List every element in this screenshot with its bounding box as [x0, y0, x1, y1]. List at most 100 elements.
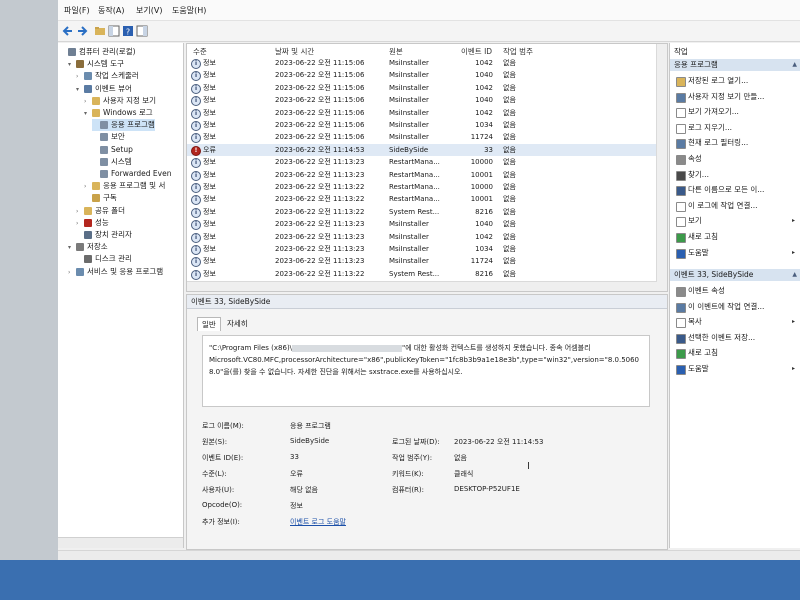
event-row[interactable]: i 정보 2023-06-22 오전 11:13:22 RestartMana... 1… — [187, 181, 657, 193]
tree-item[interactable]: 컴퓨터 관리(로컬) — [60, 46, 136, 58]
actions-section-log[interactable]: 응용 프로그램 ▲ — [670, 59, 800, 71]
action-item-label: 이 이벤트에 작업 연결... — [688, 301, 765, 311]
menu-file[interactable]: 파일(F) — [64, 5, 90, 16]
action-item[interactable]: 이벤트 속성 — [670, 283, 800, 299]
collapsed-arrow-icon[interactable]: › — [76, 206, 84, 218]
collapsed-arrow-icon[interactable]: › — [76, 71, 84, 83]
tree-item[interactable]: › 성능 — [76, 217, 109, 229]
event-row[interactable]: i 정보 2023-06-22 오전 11:15:06 MsiInstaller 104… — [187, 94, 657, 107]
info-icon: i — [191, 108, 201, 119]
tab-general[interactable]: 일반 — [197, 317, 221, 331]
tree-item[interactable]: 보안 — [92, 131, 125, 143]
action-item[interactable]: 새로 고침 — [670, 229, 800, 245]
expanded-arrow-icon[interactable]: ▾ — [68, 59, 76, 71]
show-actions-icon[interactable] — [136, 25, 148, 37]
column-header-datetime[interactable]: 날짜 및 시간 — [275, 46, 314, 57]
event-row[interactable]: i 정보 2023-06-22 오전 11:13:22 System Rest... 8… — [187, 268, 657, 280]
action-item[interactable]: 이 이벤트에 작업 연결... — [670, 299, 800, 315]
menu-view[interactable]: 보기(V) — [136, 5, 162, 16]
expanded-arrow-icon[interactable]: ▾ — [84, 108, 92, 120]
tree-item[interactable]: ▾ 시스템 도구 — [68, 58, 124, 70]
event-row[interactable]: i 정보 2023-06-22 오전 11:13:23 MsiInstaller 103… — [187, 243, 657, 255]
tree-item[interactable]: › 서비스 및 응용 프로그램 — [68, 266, 163, 278]
action-item[interactable]: 복사 ▸ — [670, 314, 800, 330]
action-item[interactable]: 현재 로그 필터링... — [670, 135, 800, 151]
tree-item[interactable]: ▾ 이벤트 뷰어 — [76, 83, 132, 95]
event-row[interactable]: i 정보 2023-06-22 오전 11:13:23 RestartMana... 1… — [187, 156, 657, 169]
event-row[interactable]: i 정보 2023-06-22 오전 11:13:23 MsiInstaller 117… — [187, 255, 657, 268]
tree-item[interactable]: ▾ 저장소 — [68, 241, 108, 253]
info-icon: i — [191, 71, 201, 82]
tree-item[interactable]: › 공유 폴더 — [76, 205, 125, 217]
action-item[interactable]: 도움말 ▸ — [670, 245, 800, 261]
event-row[interactable]: i 정보 2023-06-22 오전 11:13:22 RestartMana... 1… — [187, 193, 657, 206]
column-header-source[interactable]: 원본 — [389, 46, 403, 57]
tree-item[interactable]: 응용 프로그램 — [92, 119, 155, 132]
tree-item[interactable]: Forwarded Even — [92, 168, 171, 180]
tree-horizontal-scrollbar[interactable] — [58, 537, 183, 548]
column-header-event-id[interactable]: 이벤트 ID — [461, 46, 492, 57]
collapsed-arrow-icon[interactable]: › — [76, 218, 84, 230]
event-row[interactable]: i 정보 2023-06-22 오전 11:13:22 System Rest... 8… — [187, 206, 657, 218]
action-item-label: 새로 고침 — [688, 232, 718, 241]
event-cell-level: 정보 — [203, 96, 216, 105]
forward-arrow-icon[interactable] — [76, 25, 88, 37]
tree-item[interactable]: Setup — [92, 144, 133, 156]
collapsed-arrow-icon[interactable]: › — [68, 267, 76, 279]
action-item[interactable]: 속성 — [670, 151, 800, 167]
event-row[interactable]: i 정보 2023-06-22 오전 11:15:06 MsiInstaller 104… — [187, 107, 657, 119]
tree-item-label: 보안 — [111, 132, 125, 142]
console-tree-icon[interactable] — [108, 25, 120, 37]
tree-item[interactable]: 디스크 관리 — [76, 253, 132, 265]
help-icon[interactable]: ? — [122, 25, 134, 37]
tree-item[interactable]: 시스템 — [92, 156, 132, 168]
event-cell-datetime: 2023-06-22 오전 11:15:06 — [275, 108, 365, 117]
action-item[interactable]: 다른 이름으로 모든 이... — [670, 182, 800, 198]
tree-item[interactable]: 장치 관리자 — [76, 229, 132, 241]
event-cell-datetime: 2023-06-22 오전 11:13:23 — [275, 158, 365, 167]
tree-item[interactable]: 구독 — [84, 192, 117, 204]
menu-help[interactable]: 도움말(H) — [172, 5, 206, 16]
event-list-horizontal-scrollbar[interactable] — [187, 281, 657, 291]
event-row[interactable]: i 정보 2023-06-22 오전 11:15:06 MsiInstaller 104… — [187, 69, 657, 82]
back-arrow-icon[interactable] — [62, 25, 74, 37]
tree-item[interactable]: › 작업 스케줄러 — [76, 70, 139, 82]
column-header-task-category[interactable]: 작업 범주 — [503, 46, 533, 57]
event-list-vertical-scrollbar[interactable] — [656, 44, 667, 291]
event-row[interactable]: i 정보 2023-06-22 오전 11:15:06 MsiInstaller 104… — [187, 82, 657, 94]
event-log-help-link[interactable]: 이벤트 로그 도움말 — [290, 517, 346, 527]
actions-section-event[interactable]: 이벤트 33, SideBySide ▲ — [670, 269, 800, 281]
event-row[interactable]: i 정보 2023-06-22 오전 11:13:23 MsiInstaller 104… — [187, 231, 657, 243]
event-row[interactable]: i 정보 2023-06-22 오전 11:15:06 MsiInstaller 117… — [187, 131, 657, 144]
action-item[interactable]: 찾기... — [670, 167, 800, 183]
collapsed-arrow-icon[interactable]: › — [84, 181, 92, 193]
level-label: 수준(L): — [202, 470, 227, 478]
event-cell-source: MsiInstaller — [389, 220, 429, 229]
action-item[interactable]: 사용자 지정 보기 만들... — [670, 89, 800, 105]
event-row[interactable]: i 정보 2023-06-22 오전 11:13:23 MsiInstaller 104… — [187, 218, 657, 231]
action-item[interactable]: 보기 ▸ — [670, 213, 800, 229]
expanded-arrow-icon[interactable]: ▾ — [68, 242, 76, 254]
event-row[interactable]: ! 오류 2023-06-22 오전 11:14:53 SideBySide 33 없음 — [187, 143, 657, 157]
action-item[interactable]: 새로 고침 — [670, 345, 800, 361]
event-cell-id: 1040 — [475, 71, 493, 80]
action-item[interactable]: 로그 지우기... — [670, 120, 800, 136]
tree-item[interactable]: ▾ Windows 로그 — [84, 107, 153, 119]
event-row[interactable]: i 정보 2023-06-22 오전 11:13:23 RestartMana... 1… — [187, 169, 657, 181]
menu-action[interactable]: 동작(A) — [98, 5, 124, 16]
action-item[interactable]: 저장된 로그 열기... — [670, 73, 800, 89]
column-header-level[interactable]: 수준 — [193, 46, 207, 57]
info-icon: i — [191, 121, 201, 131]
collapsed-arrow-icon[interactable]: › — [84, 96, 92, 108]
tab-details[interactable]: 자세히 — [223, 317, 252, 330]
event-row[interactable]: i 정보 2023-06-22 오전 11:15:06 MsiInstaller 104… — [187, 57, 657, 69]
action-item[interactable]: 이 로그에 작업 연결... — [670, 198, 800, 214]
action-item[interactable]: 보기 가져오기... — [670, 104, 800, 120]
tree-item[interactable]: › 응용 프로그램 및 서 — [84, 180, 165, 192]
tree-item[interactable]: › 사용자 지정 보기 — [84, 95, 156, 107]
folder-up-icon[interactable] — [94, 25, 106, 37]
expanded-arrow-icon[interactable]: ▾ — [76, 84, 84, 96]
action-item[interactable]: 선택한 이벤트 저장... — [670, 330, 800, 346]
event-row[interactable]: i 정보 2023-06-22 오전 11:15:06 MsiInstaller 103… — [187, 119, 657, 131]
action-item[interactable]: 도움말 ▸ — [670, 361, 800, 377]
